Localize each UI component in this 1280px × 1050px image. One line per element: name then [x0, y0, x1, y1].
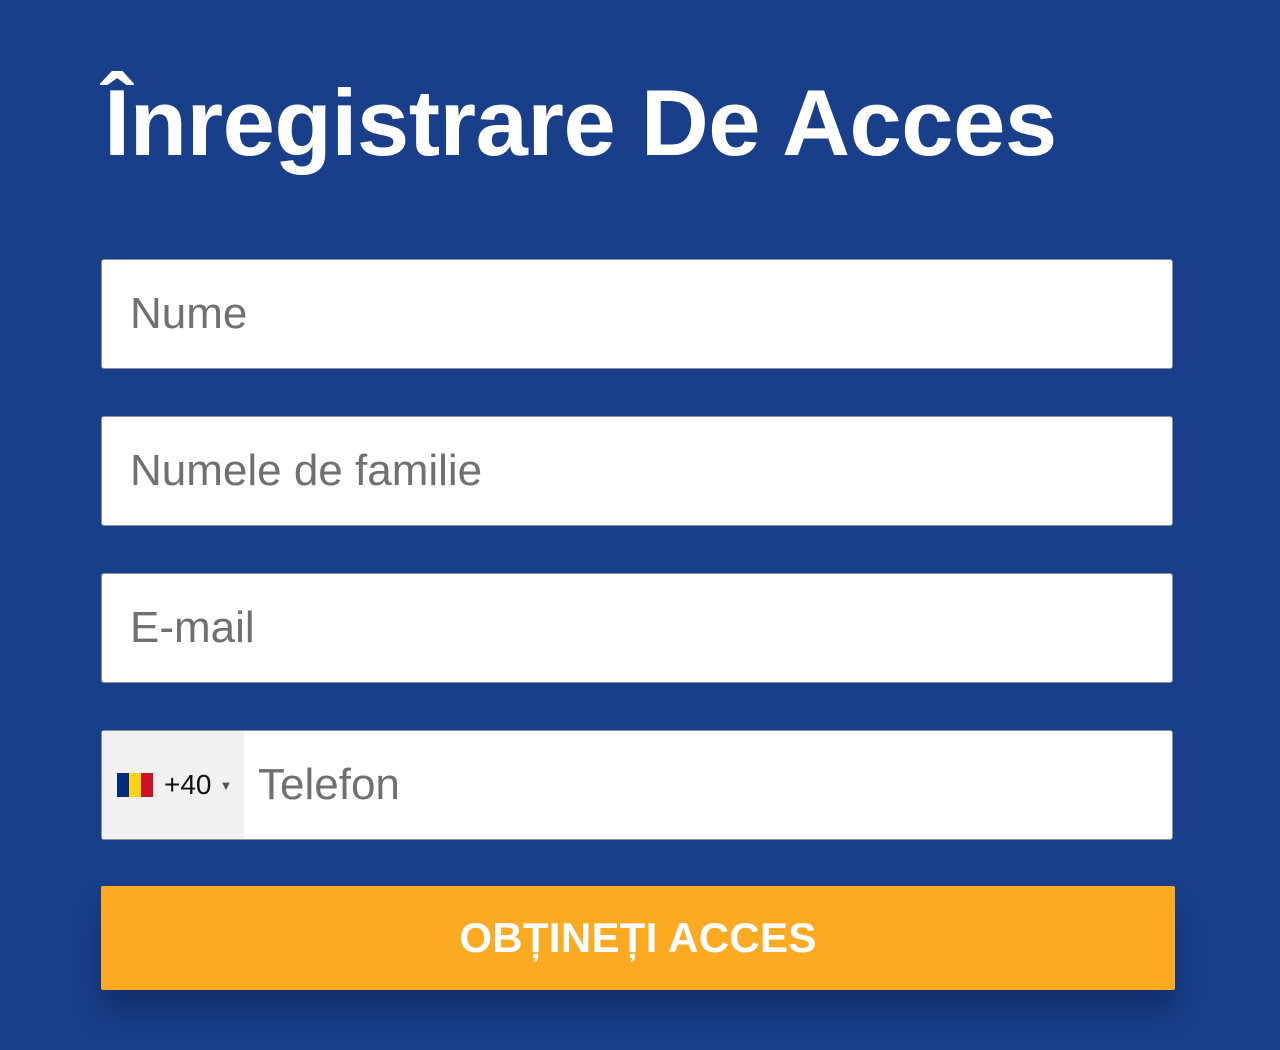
get-access-button[interactable]: OBȚINEȚI ACCES: [101, 886, 1175, 990]
page-title: Înregistrare De Acces: [104, 70, 1057, 175]
flag-stripe-red: [141, 773, 153, 797]
last-name-input[interactable]: [102, 417, 1172, 525]
flag-stripe-blue: [117, 773, 129, 797]
last-name-field-container: [101, 416, 1173, 526]
country-code-selector[interactable]: +40 ▼: [102, 731, 244, 839]
caret-down-icon: ▼: [219, 777, 233, 793]
first-name-input[interactable]: [102, 260, 1172, 368]
phone-input[interactable]: [244, 731, 1172, 839]
country-dial-code: +40: [164, 769, 212, 800]
romania-flag-icon: [117, 773, 153, 797]
email-field-container: [101, 573, 1173, 683]
phone-field-container: +40 ▼: [101, 730, 1173, 840]
email-input[interactable]: [102, 574, 1172, 682]
flag-stripe-yellow: [129, 773, 141, 797]
first-name-field-container: [101, 259, 1173, 369]
